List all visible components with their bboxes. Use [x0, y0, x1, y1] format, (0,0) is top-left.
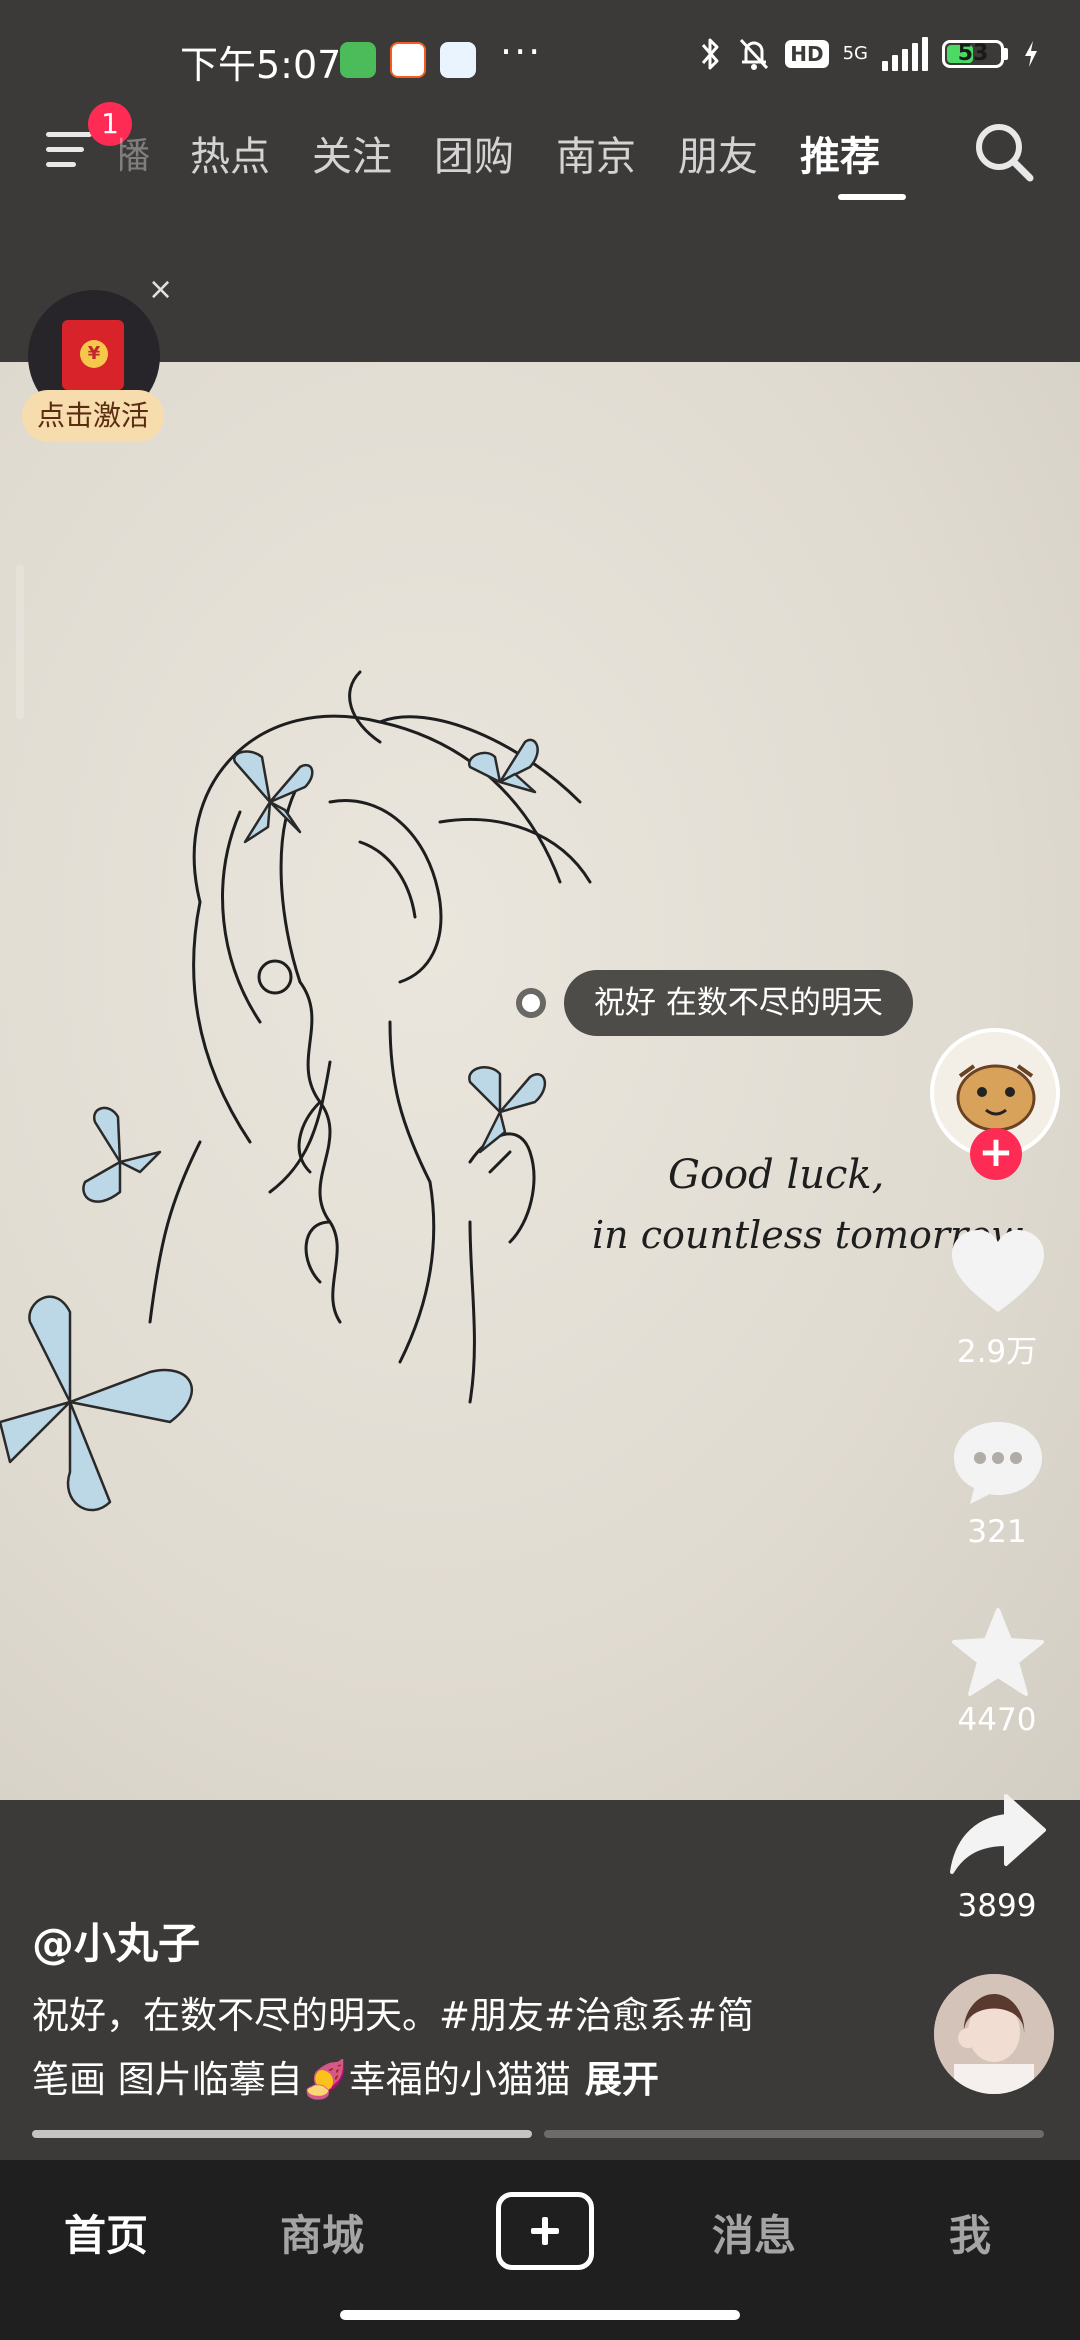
share-arrow-icon: [950, 1794, 1046, 1874]
favorite-button[interactable]: [948, 1608, 1048, 1698]
portrait-thumbnail: [934, 1974, 1054, 2094]
sketch-illustration: Good luck, in countless tomorrow.: [0, 670, 1031, 1512]
progress-segment-remaining[interactable]: [544, 2130, 1044, 2138]
tab-following[interactable]: 关注: [312, 124, 392, 182]
tab-friends[interactable]: 朋友: [678, 124, 758, 182]
search-icon: [976, 124, 1034, 182]
handwriting-line-1: Good luck,: [668, 1152, 884, 1198]
butterfly-icon: [468, 738, 539, 794]
progress-segment-played[interactable]: [32, 2130, 532, 2138]
mute-bell-icon: [740, 38, 769, 70]
cloud-app-icon: [440, 42, 476, 78]
music-avatar[interactable]: [934, 1974, 1054, 2094]
star-icon: [952, 1608, 1044, 1696]
battery-icon: 53: [942, 40, 1008, 68]
bluetooth-icon: [702, 38, 719, 70]
scroll-indicator: [16, 564, 24, 719]
tab-me[interactable]: 我: [880, 2202, 1060, 2263]
wechat-icon: [340, 42, 376, 78]
like-count: 2.9万: [956, 1334, 1038, 1370]
author-name[interactable]: @小丸子: [32, 1910, 200, 1971]
tab-recommended[interactable]: 推荐: [800, 124, 880, 182]
hd-badge: HD: [785, 40, 829, 68]
home-indicator[interactable]: [340, 2310, 740, 2320]
comment-count: 321: [967, 1514, 1027, 1550]
caption-tag[interactable]: 祝好 在数不尽的明天: [564, 970, 913, 1036]
share-count: 3899: [957, 1888, 1037, 1924]
battery-level: 53: [957, 41, 989, 66]
red-packet-label[interactable]: 点击激活: [22, 390, 164, 442]
butterfly-icon: [82, 1106, 162, 1203]
share-button[interactable]: [948, 1790, 1048, 1880]
tab-partial[interactable]: 直播: [120, 127, 150, 179]
comment-icon: [954, 1422, 1042, 1504]
more-icon: ···: [500, 30, 543, 74]
video-frame[interactable]: Good luck, in countless tomorrow.: [0, 362, 1080, 1800]
tab-messages[interactable]: 消息: [664, 2202, 844, 2263]
heart-icon: [952, 1230, 1044, 1312]
butterfly-icon: [468, 1066, 547, 1154]
comment-button[interactable]: [948, 1418, 1048, 1508]
network-label: 5G: [842, 43, 868, 64]
like-button[interactable]: [948, 1228, 1048, 1318]
status-time: 下午5:07: [180, 43, 342, 87]
close-icon[interactable]: ×: [148, 272, 173, 307]
tab-group-buy[interactable]: 团购: [434, 124, 514, 182]
coin-icon: ¥: [80, 340, 108, 368]
post-description[interactable]: 祝好，在数不尽的明天。#朋友#治愈系#简 笔画 图片临摹自🍠幸福的小猫猫 展开: [32, 1984, 852, 2112]
top-tabs: 直播 热点 关注 团购 南京 朋友 推荐: [120, 118, 922, 188]
create-post-button[interactable]: [496, 2192, 594, 2270]
expand-link[interactable]: 展开: [585, 2058, 659, 2101]
signal-icon: [882, 37, 928, 71]
tab-mall[interactable]: 商城: [232, 2202, 412, 2263]
status-indicators: HD 5G 53: [699, 36, 1040, 72]
butterfly-icon: [0, 1295, 193, 1512]
charging-icon: [1025, 41, 1037, 67]
tab-home[interactable]: 首页: [16, 2202, 196, 2263]
58-app-icon: [390, 42, 426, 78]
description-line: 笔画 图片临摹自🍠幸福的小猫猫: [32, 2058, 571, 2101]
description-line: 祝好，在数不尽的明天。#朋友#治愈系#简: [32, 1994, 755, 2037]
tab-nanjing[interactable]: 南京: [556, 124, 636, 182]
follow-button[interactable]: +: [970, 1128, 1022, 1180]
tab-hot[interactable]: 热点: [190, 124, 270, 182]
butterfly-icon: [233, 750, 314, 844]
search-button[interactable]: [970, 118, 1038, 186]
status-bar: 下午5:07 ··· HD 5G 53: [0, 0, 1080, 120]
caption-anchor-dot: [516, 988, 546, 1018]
favorite-count: 4470: [957, 1702, 1037, 1738]
active-tab-indicator: [838, 194, 906, 200]
